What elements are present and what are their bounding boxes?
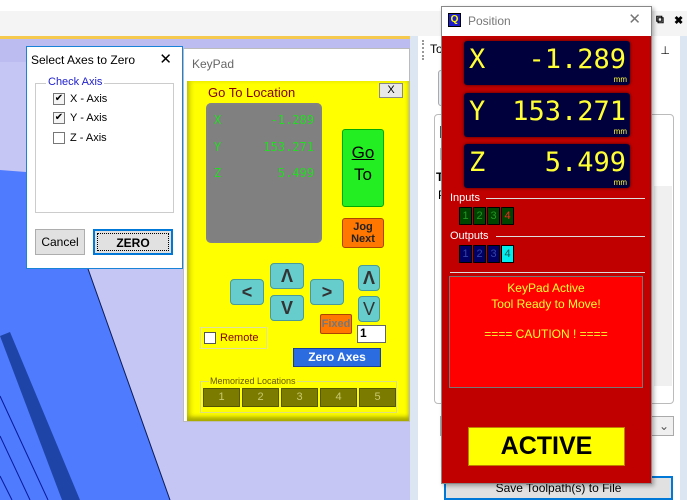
dro-y-label: Y — [469, 96, 486, 127]
input-led-2: 2 — [473, 207, 486, 225]
output-led-1: 1 — [459, 245, 472, 263]
restore-icon[interactable]: ⧉ — [656, 14, 664, 27]
position-window: Q Position ✕ X -1.289 mm Y 153.271 mm Z 5.499… — [441, 6, 652, 484]
dro-y-value: 153.271 — [512, 96, 626, 127]
inputs-label: Inputs — [450, 192, 480, 204]
dro-z-value: 5.499 — [544, 147, 626, 178]
remote-label: Remote — [220, 332, 259, 344]
go-to-button[interactable]: Go To — [342, 129, 384, 207]
divider — [450, 272, 645, 273]
dro-y-unit: mm — [613, 127, 627, 136]
z-axis-checkbox[interactable]: Z - Axis — [53, 132, 107, 148]
output-led-2: 2 — [473, 245, 486, 263]
keypad-title: KeyPad — [192, 57, 235, 71]
location-readout: X -1.289 Y 153.271 Z 5.499 — [206, 103, 322, 243]
chevron-down-icon: ⌄ — [658, 419, 669, 433]
select-axes-dialog: Select Axes to Zero ✕ Check Axis ✔ X - Ax… — [26, 46, 183, 269]
remote-checkbox[interactable]: Remote — [200, 327, 267, 349]
dro-x: X -1.289 mm — [464, 41, 630, 85]
pin-icon[interactable]: ⊥ — [660, 44, 670, 57]
message-line: KeyPad Active — [507, 281, 585, 295]
jog-left-button[interactable]: < — [230, 279, 264, 305]
to-label: To — [354, 165, 372, 184]
memory-button-3[interactable]: 3 — [281, 388, 318, 407]
checkbox-checked[interactable]: ✔ — [53, 112, 65, 125]
input-led-1: 1 — [459, 207, 472, 225]
close-icon[interactable]: ✕ — [628, 10, 641, 28]
dro-z-unit: mm — [613, 178, 627, 187]
dro-x-label: X — [469, 44, 486, 75]
output-led-4: 4 — [501, 245, 514, 263]
jog-next-button[interactable]: Jog Next — [342, 218, 384, 248]
fixed-step-input[interactable]: 1 — [357, 325, 386, 343]
go-label: Go — [351, 143, 375, 162]
memory-button-5[interactable]: 5 — [359, 388, 396, 407]
memorized-label: Memorized Locations — [209, 376, 297, 386]
y-axis-label: Y - Axis — [70, 112, 108, 124]
panel-grip[interactable] — [422, 40, 424, 60]
x-axis-label: X - Axis — [70, 93, 108, 105]
x-axis-checkbox[interactable]: ✔ X - Axis — [53, 93, 107, 109]
y-axis-checkbox[interactable]: ✔ Y - Axis — [53, 112, 107, 128]
status-message: KeyPad Active Tool Ready to Move! ==== C… — [449, 276, 643, 388]
memory-button-4[interactable]: 4 — [320, 388, 357, 407]
jog-label: Jog — [353, 221, 373, 233]
keypad-body: Go To Location X X -1.289 Y 153.271 Z 5.499… — [187, 81, 409, 421]
goto-heading: Go To Location — [208, 85, 296, 100]
memorized-locations-group: Memorized Locations 1 2 3 4 5 — [200, 376, 397, 413]
jog-down-button[interactable]: V — [270, 295, 304, 321]
next-label: Next — [351, 233, 375, 245]
divider — [486, 198, 645, 199]
z-down-button[interactable]: V — [358, 296, 380, 322]
jog-up-button[interactable]: Λ — [270, 263, 304, 289]
dro-x-value: -1.289 — [528, 44, 626, 75]
divider — [496, 236, 645, 237]
checkbox-unchecked[interactable] — [53, 132, 65, 145]
keypad-window: KeyPad Go To Location X X -1.289 Y 153.271… — [183, 48, 410, 422]
z-axis-label: Z - Axis — [70, 132, 107, 144]
jog-right-button[interactable]: > — [310, 279, 344, 305]
dro-x-unit: mm — [613, 75, 627, 84]
caution-line: ==== CAUTION ! ==== — [484, 327, 608, 341]
zero-axes-button[interactable]: Zero Axes — [293, 348, 381, 367]
input-led-3: 3 — [487, 207, 500, 225]
z-up-button[interactable]: Λ — [358, 265, 380, 291]
memory-button-2[interactable]: 2 — [242, 388, 279, 407]
dialog-title: Select Axes to Zero — [31, 53, 136, 67]
close-pane-icon[interactable]: ✖ — [674, 14, 683, 27]
cancel-button[interactable]: Cancel — [35, 229, 85, 255]
active-status-button[interactable]: ACTIVE — [468, 427, 625, 466]
list-scrollbar[interactable] — [654, 186, 672, 386]
input-led-4: 4 — [501, 207, 514, 225]
close-icon[interactable]: ✕ — [159, 50, 172, 68]
group-label: Check Axis — [46, 76, 105, 88]
zero-button[interactable]: ZERO — [93, 229, 173, 255]
message-line: Tool Ready to Move! — [491, 297, 601, 311]
memory-button-1[interactable]: 1 — [203, 388, 240, 407]
output-led-3: 3 — [487, 245, 500, 263]
keypad-close-button[interactable]: X — [379, 83, 403, 98]
dro-y: Y 153.271 mm — [464, 93, 630, 137]
checkbox-unchecked[interactable] — [204, 332, 216, 345]
app-icon: Q — [448, 13, 461, 27]
fixed-step-button[interactable]: Fixed — [320, 314, 352, 334]
position-title-bar: Q Position ✕ — [442, 7, 651, 36]
checkbox-checked[interactable]: ✔ — [53, 93, 65, 106]
dro-z-label: Z — [469, 147, 486, 178]
dro-z: Z 5.499 mm — [464, 144, 630, 188]
position-title: Position — [468, 14, 511, 28]
outputs-label: Outputs — [450, 230, 489, 242]
